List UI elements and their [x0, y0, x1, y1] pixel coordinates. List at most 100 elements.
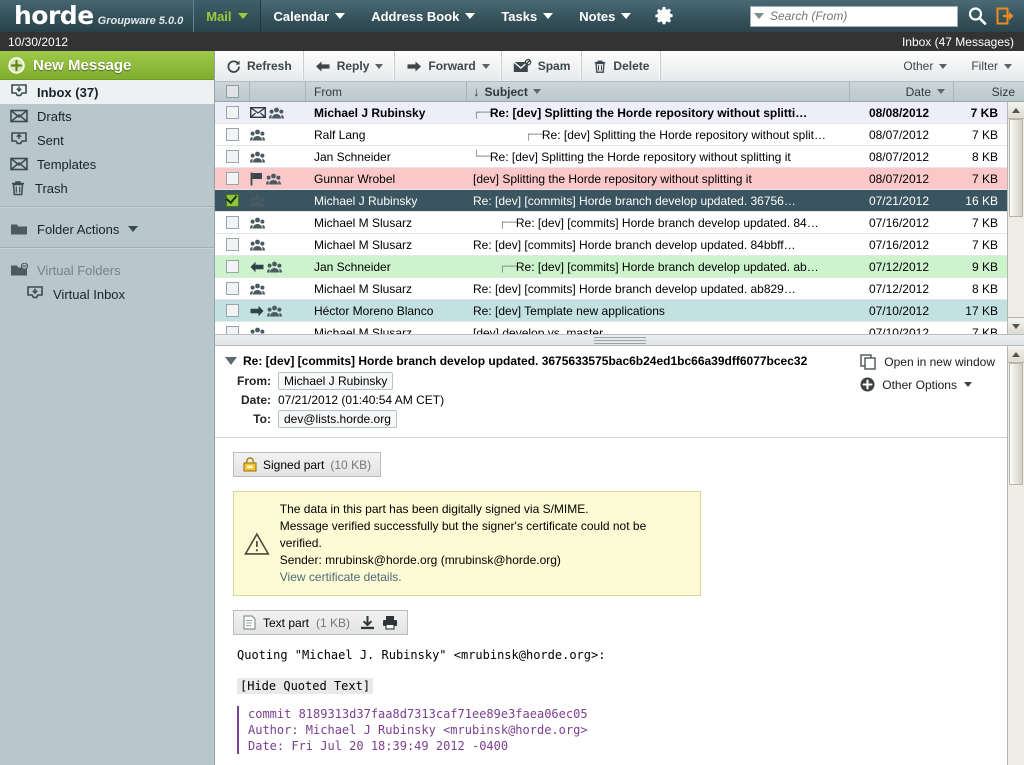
message-checkbox[interactable]: [226, 326, 239, 334]
column-header-subject[interactable]: ↓ Subject: [467, 82, 850, 101]
hide-quoted-text-button[interactable]: [Hide Quoted Text]: [237, 678, 373, 694]
print-icon[interactable]: [382, 615, 398, 630]
message-checkbox[interactable]: [226, 282, 239, 295]
open-in-new-window-button[interactable]: Open in new window: [860, 354, 995, 370]
group-icon: [250, 239, 265, 251]
nav-tab-tasks[interactable]: Tasks: [488, 0, 566, 32]
nav-tab-calendar[interactable]: Calendar: [261, 0, 359, 32]
message-checkbox[interactable]: [226, 194, 239, 207]
chevron-down-icon[interactable]: [937, 89, 945, 94]
row-checkbox-cell[interactable]: [215, 278, 250, 299]
message-row[interactable]: Gunnar Wrobel[dev] Splitting the Horde r…: [215, 168, 1007, 190]
message-checkbox[interactable]: [226, 106, 239, 119]
download-icon[interactable]: [360, 615, 375, 630]
text-part-button[interactable]: Text part (1 KB): [233, 610, 408, 635]
message-row[interactable]: Michael M SlusarzRe: [dev] [commits] Hor…: [215, 278, 1007, 300]
message-row[interactable]: Ralf Lang┌──Re: [dev] Splitting the Hord…: [215, 124, 1007, 146]
message-checkbox[interactable]: [226, 238, 239, 251]
select-all-checkbox[interactable]: [226, 85, 239, 98]
message-row[interactable]: Jan Schneider└──Re: [dev] Splitting the …: [215, 146, 1007, 168]
to-value[interactable]: dev@lists.horde.org: [278, 410, 397, 428]
select-all-header[interactable]: [215, 82, 250, 101]
message-subject-text: Re: [dev] Splitting the Horde repository…: [542, 128, 826, 142]
row-checkbox-cell[interactable]: [215, 256, 250, 277]
sidebar-item-trash[interactable]: Trash: [0, 176, 214, 200]
chevron-down-icon: [335, 13, 345, 19]
message-checkbox[interactable]: [226, 128, 239, 141]
nav-tab-mail[interactable]: Mail: [193, 0, 260, 32]
other-options-button[interactable]: Other Options: [860, 377, 995, 392]
refresh-button[interactable]: Refresh: [215, 51, 304, 81]
settings-button[interactable]: [644, 0, 684, 32]
scrollbar-track[interactable]: [1008, 119, 1024, 317]
collapse-triangle-icon[interactable]: [225, 357, 237, 365]
preview-scrollbar-track[interactable]: [1008, 363, 1024, 765]
signed-part-button[interactable]: Signed part (10 KB): [233, 452, 381, 477]
nav-tab-address-book[interactable]: Address Book: [358, 0, 488, 32]
message-subject: Re: [dev] [commits] Horde branch develop…: [243, 354, 807, 368]
message-row[interactable]: Michael M SlusarzRe: [dev] [commits] Hor…: [215, 234, 1007, 256]
sidebar-item-sent[interactable]: Sent: [0, 128, 214, 152]
sidebar-item-drafts[interactable]: Drafts: [0, 104, 214, 128]
view-certificate-details-link[interactable]: View certificate details.: [280, 569, 688, 586]
message-row[interactable]: Jan Schneider┌──Re: [dev] [commits] Hord…: [215, 256, 1007, 278]
sidebar-item-inbox[interactable]: Inbox (37): [0, 80, 214, 104]
search-box[interactable]: [750, 6, 958, 27]
message-row[interactable]: Michael J RubinskyRe: [dev] [commits] Ho…: [215, 190, 1007, 212]
message-checkbox[interactable]: [226, 260, 239, 273]
message-row[interactable]: Michael M Slusarz┌──Re: [dev] [commits] …: [215, 212, 1007, 234]
message-list[interactable]: Michael J Rubinsky┌──Re: [dev] Splitting…: [215, 102, 1007, 334]
pane-splitter[interactable]: [215, 334, 1024, 346]
message-list-scrollbar[interactable]: [1007, 102, 1024, 334]
message-checkbox[interactable]: [226, 172, 239, 185]
row-checkbox-cell[interactable]: [215, 212, 250, 233]
column-header-date[interactable]: Date: [850, 82, 954, 101]
row-checkbox-cell[interactable]: [215, 322, 250, 334]
nav-tab-notes[interactable]: Notes: [566, 0, 644, 32]
row-checkbox-cell[interactable]: [215, 124, 250, 145]
new-message-button[interactable]: New Message: [0, 51, 214, 80]
column-header-from[interactable]: From: [306, 82, 467, 101]
message-checkbox[interactable]: [226, 150, 239, 163]
row-checkbox-cell[interactable]: [215, 146, 250, 167]
filter-menu-button[interactable]: Filter: [959, 51, 1024, 81]
forward-button[interactable]: Forward: [395, 51, 501, 81]
from-value[interactable]: Michael J Rubinsky: [278, 372, 393, 390]
search-button[interactable]: [966, 5, 988, 27]
scroll-down-button[interactable]: [1008, 317, 1024, 334]
preview-scroll-up-button[interactable]: [1008, 346, 1024, 363]
refresh-label: Refresh: [247, 59, 292, 73]
trash-icon: [10, 180, 26, 196]
scrollbar-thumb[interactable]: [1009, 119, 1023, 217]
row-checkbox-cell[interactable]: [215, 190, 250, 211]
message-row[interactable]: Michael J Rubinsky┌──Re: [dev] Splitting…: [215, 102, 1007, 124]
preview-scrollbar[interactable]: [1007, 346, 1024, 765]
sidebar-item-folder-actions[interactable]: Folder Actions: [0, 217, 214, 241]
sidebar-item-virtual-inbox[interactable]: Virtual Inbox: [0, 282, 214, 306]
message-row[interactable]: Michael M Slusarz[dev] develop vs. maste…: [215, 322, 1007, 334]
delete-button[interactable]: Delete: [582, 51, 661, 81]
other-menu-button[interactable]: Other: [891, 51, 959, 81]
message-checkbox[interactable]: [226, 304, 239, 317]
row-checkbox-cell[interactable]: [215, 234, 250, 255]
spam-button[interactable]: Spam: [502, 51, 583, 81]
logout-button[interactable]: [996, 7, 1014, 25]
search-input[interactable]: [768, 8, 954, 24]
message-checkbox[interactable]: [226, 216, 239, 229]
column-header-size[interactable]: Size: [954, 82, 1024, 101]
row-checkbox-cell[interactable]: [215, 168, 250, 189]
sidebar-item-templates[interactable]: Templates: [0, 152, 214, 176]
chevron-down-icon[interactable]: [533, 89, 541, 94]
thread-indicator: ┌──: [473, 106, 490, 119]
reply-button[interactable]: Reply: [304, 51, 396, 81]
row-checkbox-cell[interactable]: [215, 300, 250, 321]
chevron-down-icon[interactable]: [754, 13, 764, 19]
reply-arrow-icon: [315, 60, 331, 73]
horde-webmail-app: horde Groupware 5.0.0 Mail Calendar Addr…: [0, 0, 1024, 765]
date-value: 07/21/2012 (01:40:54 AM CET): [278, 393, 444, 407]
sidebar-item-trash-label: Trash: [35, 181, 68, 196]
preview-scrollbar-thumb[interactable]: [1009, 363, 1023, 485]
row-checkbox-cell[interactable]: [215, 102, 250, 123]
message-row[interactable]: Héctor Moreno BlancoRe: [dev] Template n…: [215, 300, 1007, 322]
scroll-up-button[interactable]: [1008, 102, 1024, 119]
